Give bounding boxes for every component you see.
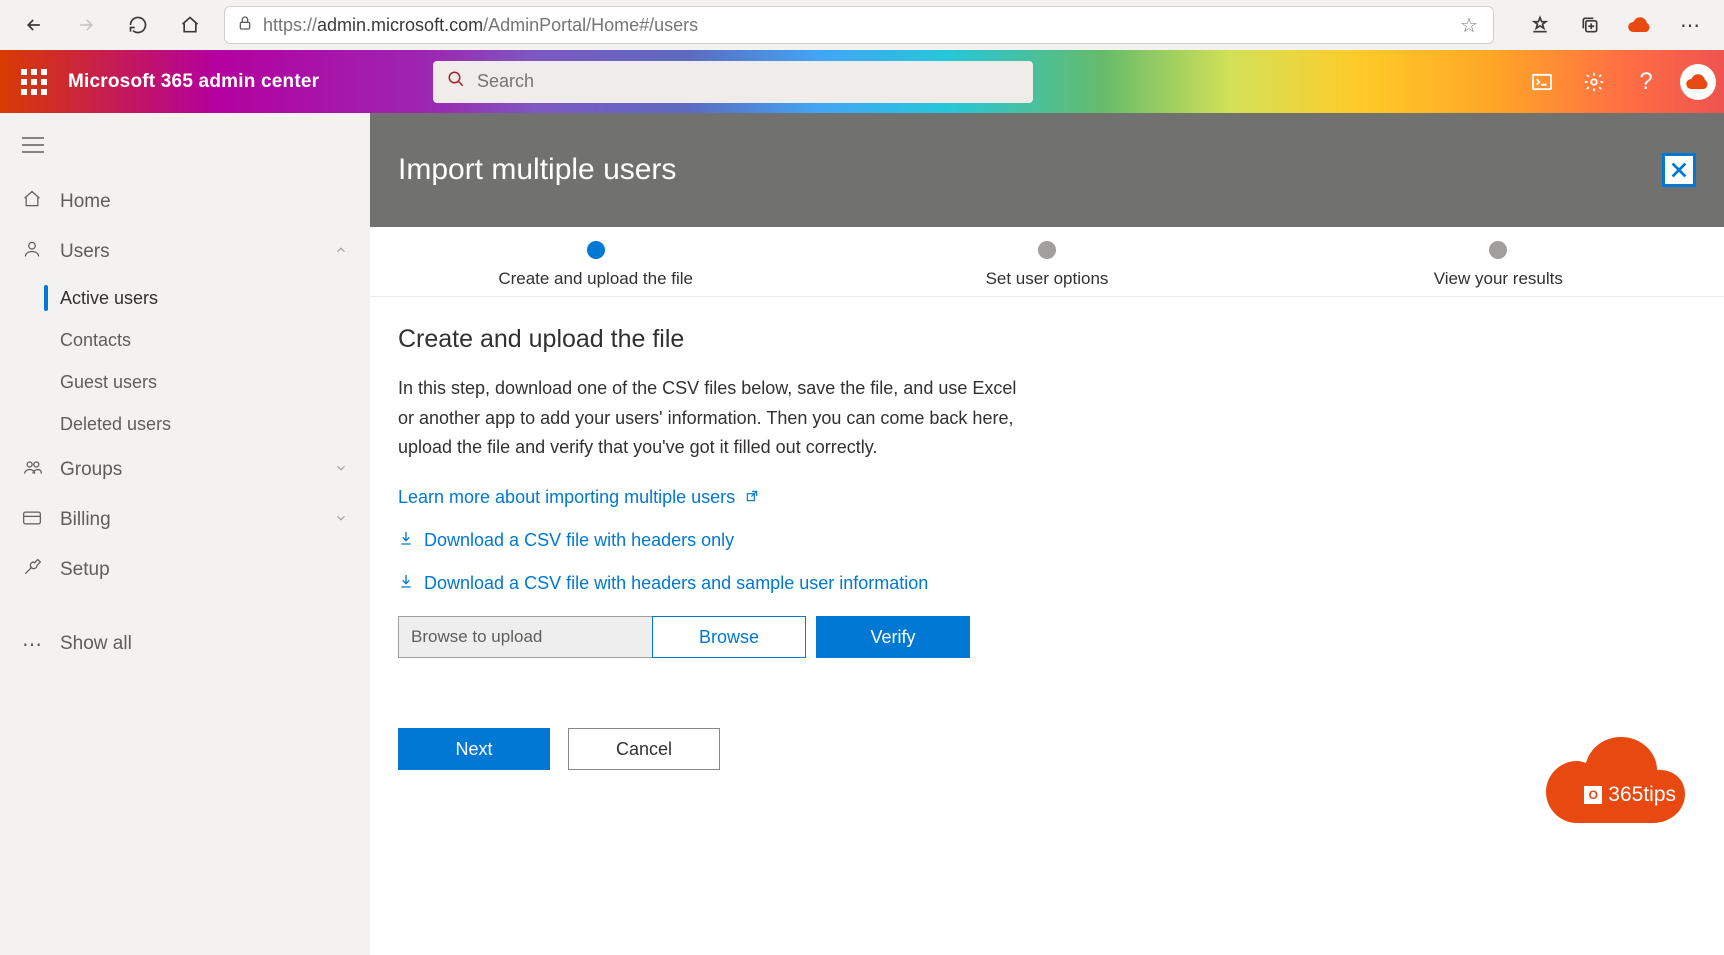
download-icon <box>398 573 414 594</box>
step-dot-icon <box>587 241 605 259</box>
step-3[interactable]: View your results <box>1273 241 1724 289</box>
next-button[interactable]: Next <box>398 728 550 770</box>
settings-gear-icon[interactable] <box>1568 50 1620 113</box>
chevron-down-icon <box>334 511 348 530</box>
account-avatar[interactable] <box>1672 50 1724 113</box>
refresh-icon[interactable] <box>120 7 156 43</box>
external-link-icon <box>745 489 759 506</box>
help-icon[interactable]: ? <box>1620 50 1672 113</box>
step-1[interactable]: Create and upload the file <box>370 241 821 289</box>
chevron-down-icon <box>334 461 348 480</box>
more-menu-icon[interactable]: ⋯ <box>1672 7 1708 43</box>
nav-label: Billing <box>60 509 111 531</box>
nav-label: Setup <box>60 559 110 581</box>
lock-icon <box>237 15 253 36</box>
nav-show-all[interactable]: ⋯ Show all <box>0 619 370 669</box>
close-panel-button[interactable] <box>1662 153 1696 187</box>
search-input[interactable] <box>477 71 1019 92</box>
search-icon <box>447 70 465 93</box>
url-text: https://admin.microsoft.com/AdminPortal/… <box>263 15 1447 36</box>
upload-path-field[interactable]: Browse to upload <box>398 616 653 658</box>
nav-label: Groups <box>60 459 122 481</box>
main-panel: Import multiple users Create and upload … <box>370 113 1724 955</box>
forward-icon <box>68 7 104 43</box>
browser-toolbar: https://admin.microsoft.com/AdminPortal/… <box>0 0 1724 50</box>
suite-header: Microsoft 365 admin center ? <box>0 50 1724 113</box>
nav-active-users[interactable]: Active users <box>0 277 370 319</box>
favorites-list-icon[interactable] <box>1522 7 1558 43</box>
app-launcher-icon[interactable] <box>0 50 68 113</box>
nav-deleted-users[interactable]: Deleted users <box>0 403 370 445</box>
home-nav-icon[interactable] <box>172 7 208 43</box>
nav-billing[interactable]: Billing <box>0 495 370 545</box>
brand-watermark-label: O 365tips <box>1584 783 1676 807</box>
browse-button[interactable]: Browse <box>652 616 806 658</box>
chevron-up-icon <box>334 243 348 262</box>
shell-console-icon[interactable] <box>1516 50 1568 113</box>
ellipsis-icon: ⋯ <box>22 632 60 657</box>
section-heading: Create and upload the file <box>398 325 1342 354</box>
nav-label: Show all <box>60 633 132 655</box>
suite-search[interactable] <box>433 61 1033 103</box>
nav-collapse-icon[interactable] <box>0 123 370 177</box>
download-headers-link[interactable]: Download a CSV file with headers only <box>398 530 1342 551</box>
learn-more-link[interactable]: Learn more about importing multiple user… <box>398 487 1342 508</box>
nav-label: Home <box>60 191 111 213</box>
wrench-icon <box>22 557 60 583</box>
step-dot-icon <box>1038 241 1056 259</box>
cancel-button[interactable]: Cancel <box>568 728 720 770</box>
nav-contacts[interactable]: Contacts <box>0 319 370 361</box>
user-icon <box>22 239 60 265</box>
home-icon <box>22 189 60 215</box>
download-sample-link[interactable]: Download a CSV file with headers and sam… <box>398 573 1342 594</box>
office-logo-icon: O <box>1584 786 1602 804</box>
app-name[interactable]: Microsoft 365 admin center <box>68 71 319 93</box>
step-2[interactable]: Set user options <box>821 241 1272 289</box>
step-dot-icon <box>1489 241 1507 259</box>
profile-cloud-icon[interactable] <box>1622 7 1658 43</box>
nav-label: Users <box>60 241 110 263</box>
brand-watermark <box>1522 735 1694 829</box>
nav-guest-users[interactable]: Guest users <box>0 361 370 403</box>
nav-home[interactable]: Home <box>0 177 370 227</box>
verify-button[interactable]: Verify <box>816 616 970 658</box>
collections-icon[interactable] <box>1572 7 1608 43</box>
left-nav: Home Users Active users Contacts Guest u… <box>0 113 370 955</box>
section-description: In this step, download one of the CSV fi… <box>398 374 1018 463</box>
favorite-star-icon[interactable]: ☆ <box>1457 7 1481 43</box>
nav-users[interactable]: Users <box>0 227 370 277</box>
groups-icon <box>22 457 60 483</box>
nav-groups[interactable]: Groups <box>0 445 370 495</box>
billing-icon <box>22 509 60 532</box>
address-bar[interactable]: https://admin.microsoft.com/AdminPortal/… <box>224 6 1494 44</box>
download-icon <box>398 530 414 551</box>
wizard-stepper: Create and upload the file Set user opti… <box>370 227 1724 297</box>
panel-title: Import multiple users <box>398 153 676 187</box>
nav-setup[interactable]: Setup <box>0 545 370 595</box>
back-icon[interactable] <box>16 7 52 43</box>
